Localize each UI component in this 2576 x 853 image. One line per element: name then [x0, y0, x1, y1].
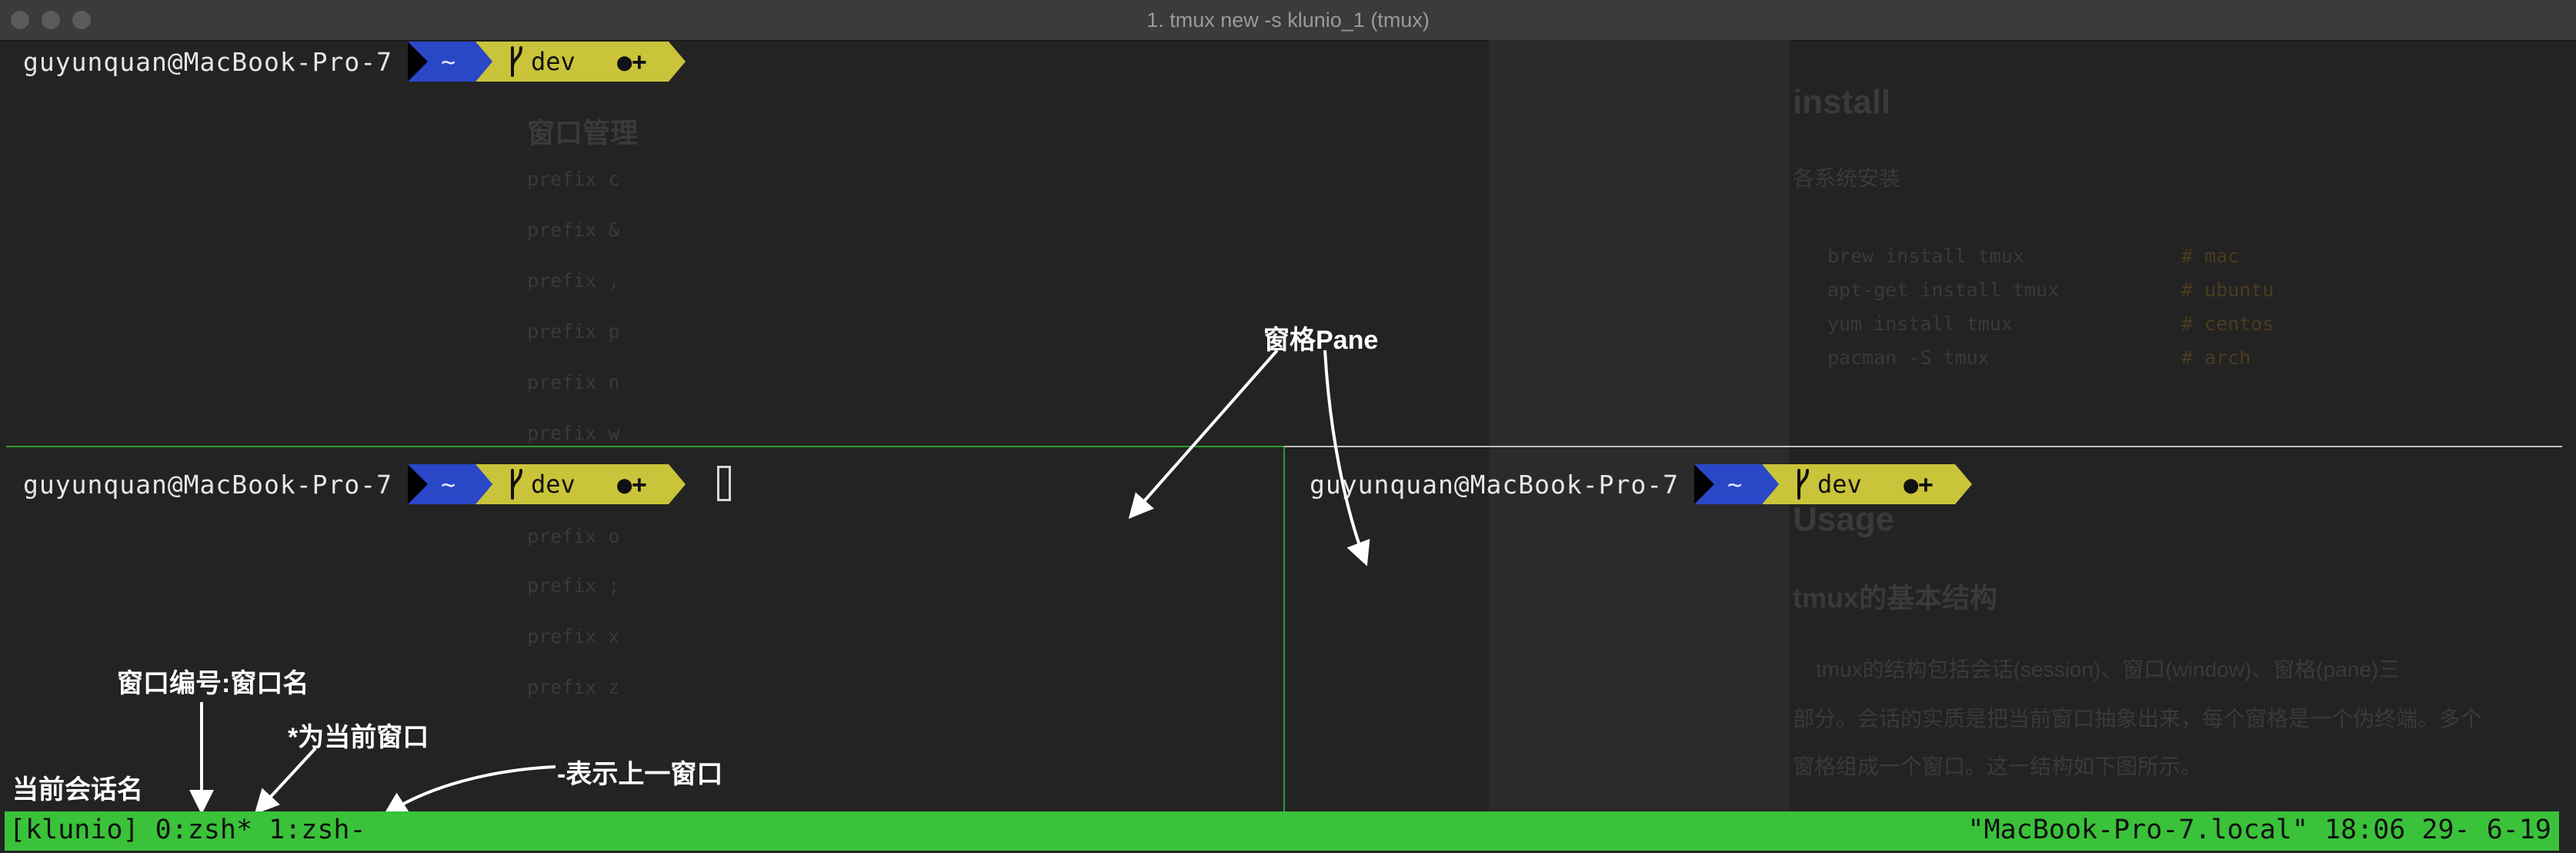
arrow-pane-right: [1323, 350, 1370, 567]
tmux-status-bar: [klunio] 0:zsh* 1:zsh- "MacBook-Pro-7.lo…: [5, 811, 2559, 851]
arrow-pane-left: [1128, 349, 1279, 519]
status-host-time: "MacBook-Pro-7.local" 18:06 29- 6-19: [1967, 815, 2551, 845]
arrow-previous-window: [382, 765, 556, 817]
annotation-arrows: [189, 349, 1370, 817]
status-session-windows[interactable]: [klunio] 0:zsh* 1:zsh-: [9, 815, 366, 845]
arrow-current-window: [254, 747, 317, 815]
